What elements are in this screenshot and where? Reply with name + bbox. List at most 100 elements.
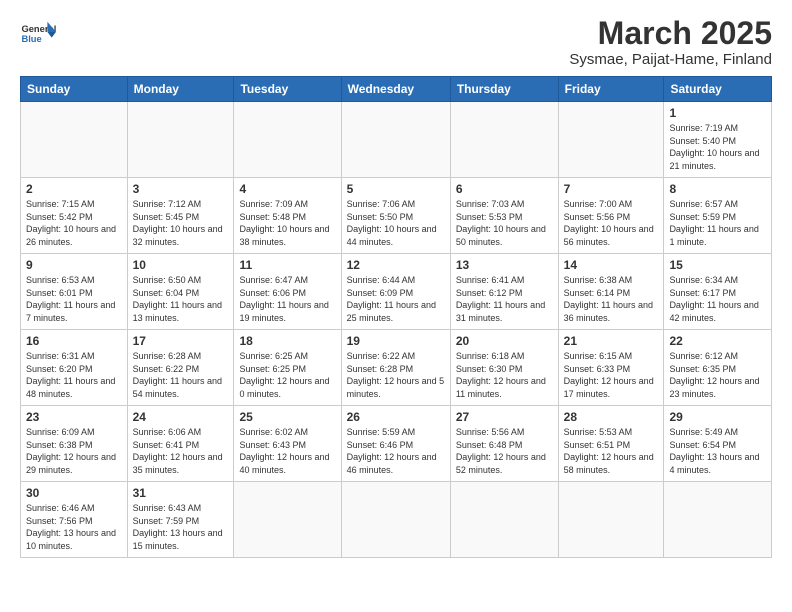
table-row: 12 Sunrise: 6:44 AM Sunset: 6:09 PM Dayli…	[341, 254, 450, 330]
day-info: Sunrise: 6:28 AM Sunset: 6:22 PM Dayligh…	[133, 350, 229, 400]
table-row: 18 Sunrise: 6:25 AM Sunset: 6:25 PM Dayli…	[234, 330, 341, 406]
day-number: 9	[26, 258, 122, 272]
table-row: 6Sunrise: 7:03 AM Sunset: 5:53 PM Daylig…	[450, 178, 558, 254]
logo-icon: General Blue	[20, 16, 56, 52]
day-info: Sunrise: 6:47 AM Sunset: 6:06 PM Dayligh…	[239, 274, 335, 324]
table-row: 3 Sunrise: 7:12 AM Sunset: 5:45 PM Daylig…	[127, 178, 234, 254]
day-info: Sunrise: 6:02 AM Sunset: 6:43 PM Dayligh…	[239, 426, 335, 476]
day-info: Sunrise: 6:18 AM Sunset: 6:30 PM Dayligh…	[456, 350, 553, 400]
day-info: Sunrise: 7:19 AM Sunset: 5:40 PM Dayligh…	[669, 122, 766, 172]
day-number: 5	[347, 182, 445, 196]
table-row: 11Sunrise: 6:47 AM Sunset: 6:06 PM Dayli…	[234, 254, 341, 330]
day-info: Sunrise: 7:03 AM Sunset: 5:53 PM Dayligh…	[456, 198, 553, 248]
day-number: 24	[133, 410, 229, 424]
table-row: 9 Sunrise: 6:53 AM Sunset: 6:01 PM Daylig…	[21, 254, 128, 330]
table-row	[127, 102, 234, 178]
day-info: Sunrise: 6:34 AM Sunset: 6:17 PM Dayligh…	[669, 274, 766, 324]
table-row: 8 Sunrise: 6:57 AM Sunset: 5:59 PM Daylig…	[664, 178, 772, 254]
day-info: Sunrise: 6:44 AM Sunset: 6:09 PM Dayligh…	[347, 274, 445, 324]
day-number: 15	[669, 258, 766, 272]
table-row	[341, 482, 450, 557]
table-row: 19Sunrise: 6:22 AM Sunset: 6:28 PM Dayli…	[341, 330, 450, 406]
table-row: 29 Sunrise: 5:49 AM Sunset: 6:54 PM Dayli…	[664, 406, 772, 482]
table-row: 26 Sunrise: 5:59 AM Sunset: 6:46 PM Dayli…	[341, 406, 450, 482]
day-info: Sunrise: 6:43 AM Sunset: 7:59 PM Dayligh…	[133, 502, 229, 552]
table-row: 14Sunrise: 6:38 AM Sunset: 6:14 PM Dayli…	[558, 254, 664, 330]
day-number: 21	[564, 334, 659, 348]
table-row: 21 Sunrise: 6:15 AM Sunset: 6:33 PM Dayli…	[558, 330, 664, 406]
table-row	[558, 102, 664, 178]
table-row: 2 Sunrise: 7:15 AM Sunset: 5:42 PM Daylig…	[21, 178, 128, 254]
col-thursday: Thursday	[450, 77, 558, 102]
table-row: 20 Sunrise: 6:18 AM Sunset: 6:30 PM Dayli…	[450, 330, 558, 406]
day-number: 31	[133, 486, 229, 500]
table-row	[341, 102, 450, 178]
day-number: 27	[456, 410, 553, 424]
day-info: Sunrise: 6:46 AM Sunset: 7:56 PM Dayligh…	[26, 502, 122, 552]
day-number: 18	[239, 334, 335, 348]
title-block: March 2025 Sysmae, Paijat-Hame, Finland	[569, 16, 772, 68]
table-row: 17 Sunrise: 6:28 AM Sunset: 6:22 PM Dayli…	[127, 330, 234, 406]
table-row	[234, 482, 341, 557]
table-row: 4Sunrise: 7:09 AM Sunset: 5:48 PM Daylig…	[234, 178, 341, 254]
day-info: Sunrise: 7:15 AM Sunset: 5:42 PM Dayligh…	[26, 198, 122, 248]
day-number: 28	[564, 410, 659, 424]
day-number: 16	[26, 334, 122, 348]
day-info: Sunrise: 7:12 AM Sunset: 5:45 PM Dayligh…	[133, 198, 229, 248]
day-info: Sunrise: 5:53 AM Sunset: 6:51 PM Dayligh…	[564, 426, 659, 476]
day-number: 29	[669, 410, 766, 424]
table-row: 1Sunrise: 7:19 AM Sunset: 5:40 PM Daylig…	[664, 102, 772, 178]
day-number: 22	[669, 334, 766, 348]
day-info: Sunrise: 6:25 AM Sunset: 6:25 PM Dayligh…	[239, 350, 335, 400]
table-row: 7 Sunrise: 7:00 AM Sunset: 5:56 PM Daylig…	[558, 178, 664, 254]
day-number: 30	[26, 486, 122, 500]
table-row: 28 Sunrise: 5:53 AM Sunset: 6:51 PM Dayli…	[558, 406, 664, 482]
day-number: 2	[26, 182, 122, 196]
day-info: Sunrise: 6:15 AM Sunset: 6:33 PM Dayligh…	[564, 350, 659, 400]
day-info: Sunrise: 5:59 AM Sunset: 6:46 PM Dayligh…	[347, 426, 445, 476]
day-info: Sunrise: 6:50 AM Sunset: 6:04 PM Dayligh…	[133, 274, 229, 324]
day-number: 17	[133, 334, 229, 348]
day-number: 19	[347, 334, 445, 348]
day-info: Sunrise: 7:00 AM Sunset: 5:56 PM Dayligh…	[564, 198, 659, 248]
day-info: Sunrise: 6:57 AM Sunset: 5:59 PM Dayligh…	[669, 198, 766, 248]
table-row: 23Sunrise: 6:09 AM Sunset: 6:38 PM Dayli…	[21, 406, 128, 482]
table-row: 27 Sunrise: 5:56 AM Sunset: 6:48 PM Dayli…	[450, 406, 558, 482]
day-info: Sunrise: 6:53 AM Sunset: 6:01 PM Dayligh…	[26, 274, 122, 324]
col-sunday: Sunday	[21, 77, 128, 102]
page: General Blue March 2025 Sysmae, Paijat-H…	[0, 0, 792, 612]
col-tuesday: Tuesday	[234, 77, 341, 102]
col-saturday: Saturday	[664, 77, 772, 102]
table-row: 13 Sunrise: 6:41 AM Sunset: 6:12 PM Dayli…	[450, 254, 558, 330]
day-info: Sunrise: 5:56 AM Sunset: 6:48 PM Dayligh…	[456, 426, 553, 476]
table-row: 10 Sunrise: 6:50 AM Sunset: 6:04 PM Dayli…	[127, 254, 234, 330]
col-friday: Friday	[558, 77, 664, 102]
day-number: 26	[347, 410, 445, 424]
table-row	[558, 482, 664, 557]
day-number: 7	[564, 182, 659, 196]
table-row	[664, 482, 772, 557]
day-number: 8	[669, 182, 766, 196]
table-row	[450, 102, 558, 178]
day-number: 25	[239, 410, 335, 424]
table-row	[21, 102, 128, 178]
table-row: 24 Sunrise: 6:06 AM Sunset: 6:41 PM Dayli…	[127, 406, 234, 482]
day-info: Sunrise: 5:49 AM Sunset: 6:54 PM Dayligh…	[669, 426, 766, 476]
subtitle: Sysmae, Paijat-Hame, Finland	[569, 51, 772, 68]
day-info: Sunrise: 6:06 AM Sunset: 6:41 PM Dayligh…	[133, 426, 229, 476]
day-info: Sunrise: 6:41 AM Sunset: 6:12 PM Dayligh…	[456, 274, 553, 324]
day-number: 10	[133, 258, 229, 272]
day-number: 13	[456, 258, 553, 272]
table-row	[234, 102, 341, 178]
svg-text:Blue: Blue	[21, 34, 41, 44]
day-number: 3	[133, 182, 229, 196]
day-info: Sunrise: 7:06 AM Sunset: 5:50 PM Dayligh…	[347, 198, 445, 248]
day-number: 12	[347, 258, 445, 272]
table-row	[450, 482, 558, 557]
table-row: 15 Sunrise: 6:34 AM Sunset: 6:17 PM Dayli…	[664, 254, 772, 330]
logo: General Blue	[20, 16, 56, 52]
day-number: 20	[456, 334, 553, 348]
day-number: 4	[239, 182, 335, 196]
day-number: 23	[26, 410, 122, 424]
table-row: 22Sunrise: 6:12 AM Sunset: 6:35 PM Dayli…	[664, 330, 772, 406]
